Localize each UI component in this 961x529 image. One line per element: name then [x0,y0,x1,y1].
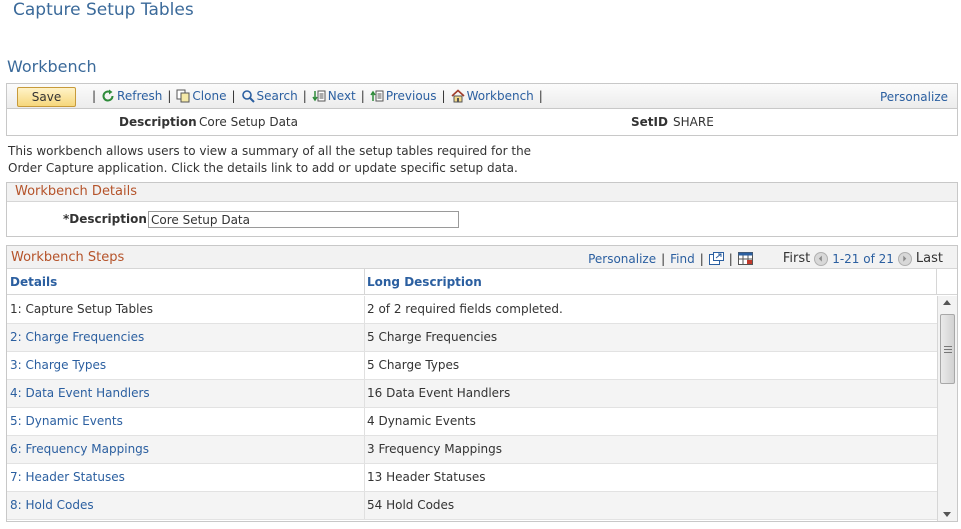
step-long-description: 2 of 2 required fields completed. [367,302,563,316]
search-icon [241,90,255,103]
step-long-description: 54 Hold Codes [367,498,455,512]
refresh-icon [102,89,114,102]
grid-tools: Personalize | Find | | First 1-21 of 21 … [588,251,957,266]
step-details-link[interactable]: 5: Dynamic Events [7,408,365,435]
scroll-up-icon[interactable] [943,300,951,305]
step-details-link[interactable]: 7: Header Statuses [7,464,365,491]
workbench-steps-title: Workbench Steps [11,250,125,265]
toolbar-separator: | [92,89,97,103]
table-row: 2: Charge Frequencies 5 Charge Frequenci… [7,324,937,352]
toolbar-separator: | [538,89,543,103]
step-long-description: 3 Frequency Mappings [367,442,503,456]
step-long-description: 16 Data Event Handlers [367,386,511,400]
table-row: 6: Frequency Mappings 3 Frequency Mappin… [7,436,937,464]
grid-separator: | [728,251,733,266]
table-row: 5: Dynamic Events 4 Dynamic Events [7,408,937,436]
step-long-description: 4 Dynamic Events [367,414,476,428]
view-all-icon[interactable] [708,252,724,265]
details-description-label: *Description [63,212,147,226]
steps-header: Workbench Steps Personalize | Find | | F… [7,246,957,269]
grid-find-link[interactable]: Find [670,252,695,266]
arrow-right-icon [903,255,907,262]
first-label: First [782,251,811,266]
scroll-down-icon[interactable] [943,512,951,517]
toolbar-separator: | [360,89,365,103]
row-range: 1-21 of 21 [832,251,894,266]
step-details: 1: Capture Setup Tables [7,296,365,323]
search-label: Search [256,89,298,103]
steps-rows: 1: Capture Setup Tables 2 of 2 required … [7,296,937,520]
next-link[interactable]: Next [312,89,356,103]
step-details-link[interactable]: 8: Hold Codes [7,492,365,519]
column-header-long-description[interactable]: Long Description [365,269,937,295]
step-details-link[interactable]: 2: Charge Frequencies [7,324,365,351]
workbench-link[interactable]: Workbench [451,89,534,103]
header-info-bar: Description Core Setup Data SetID SHARE [6,109,958,136]
workbench-details-group: Workbench Details *Description [6,182,958,237]
page-title: Capture Setup Tables [13,0,194,20]
table-row: 7: Header Statuses 13 Header Statuses [7,464,937,492]
table-row: 3: Charge Types 5 Charge Types [7,352,937,380]
next-icon [312,90,326,102]
workbench-label: Workbench [466,89,534,103]
search-link[interactable]: Search [241,89,298,103]
home-icon [451,89,465,103]
step-long-description: 5 Charge Types [367,358,460,372]
grid-scrollbar[interactable] [937,296,957,521]
clone-icon [176,89,190,103]
table-row: 4: Data Event Handlers 16 Data Event Han… [7,380,937,408]
previous-link[interactable]: Previous [370,89,437,103]
setid-label: SetID [631,115,668,129]
download-grid-icon[interactable] [737,252,753,265]
table-row: 8: Hold Codes 54 Hold Codes [7,492,937,520]
step-details-link[interactable]: 3: Charge Types [7,352,365,379]
scrollbar-thumb[interactable] [940,314,955,384]
clone-link[interactable]: Clone [176,89,226,103]
section-title: Workbench [7,57,97,76]
workbench-steps-grid: Workbench Steps Personalize | Find | | F… [6,245,958,522]
intro-text: This workbench allows users to view a su… [8,144,532,175]
previous-icon [370,90,384,102]
description-label: Description [119,115,197,129]
next-row-icon[interactable] [897,251,912,266]
toolbar-separator: | [302,89,307,103]
toolbar: Save | Refresh | Clone | Search | Next |… [6,83,958,109]
step-details-link[interactable]: 6: Frequency Mappings [7,436,365,463]
toolbar-personalize-link[interactable]: Personalize [880,90,948,104]
workbench-details-title: Workbench Details [7,183,957,202]
previous-row-icon[interactable] [814,251,829,266]
refresh-label: Refresh [117,89,163,103]
description-input[interactable] [148,211,459,228]
column-header-spacer [937,269,957,295]
grid-separator: | [661,251,666,266]
toolbar-actions: | Refresh | Clone | Search | Next | Prev… [87,89,548,103]
previous-label: Previous [385,89,437,103]
arrow-left-icon [819,255,823,262]
toolbar-separator: | [167,89,172,103]
setid-value: SHARE [673,115,714,129]
toolbar-separator: | [231,89,236,103]
step-long-description: 5 Charge Frequencies [367,330,498,344]
save-button[interactable]: Save [17,87,76,107]
grid-personalize-link[interactable]: Personalize [588,252,656,266]
column-header-details[interactable]: Details [7,269,365,295]
next-label: Next [327,89,356,103]
table-row: 1: Capture Setup Tables 2 of 2 required … [7,296,937,324]
last-label: Last [915,251,943,266]
toolbar-separator: | [441,89,446,103]
step-long-description: 13 Header Statuses [367,470,486,484]
grid-separator: | [699,251,704,266]
clone-label: Clone [192,89,227,103]
step-details-link[interactable]: 4: Data Event Handlers [7,380,365,407]
refresh-link[interactable]: Refresh [101,89,162,103]
description-value: Core Setup Data [199,115,298,129]
